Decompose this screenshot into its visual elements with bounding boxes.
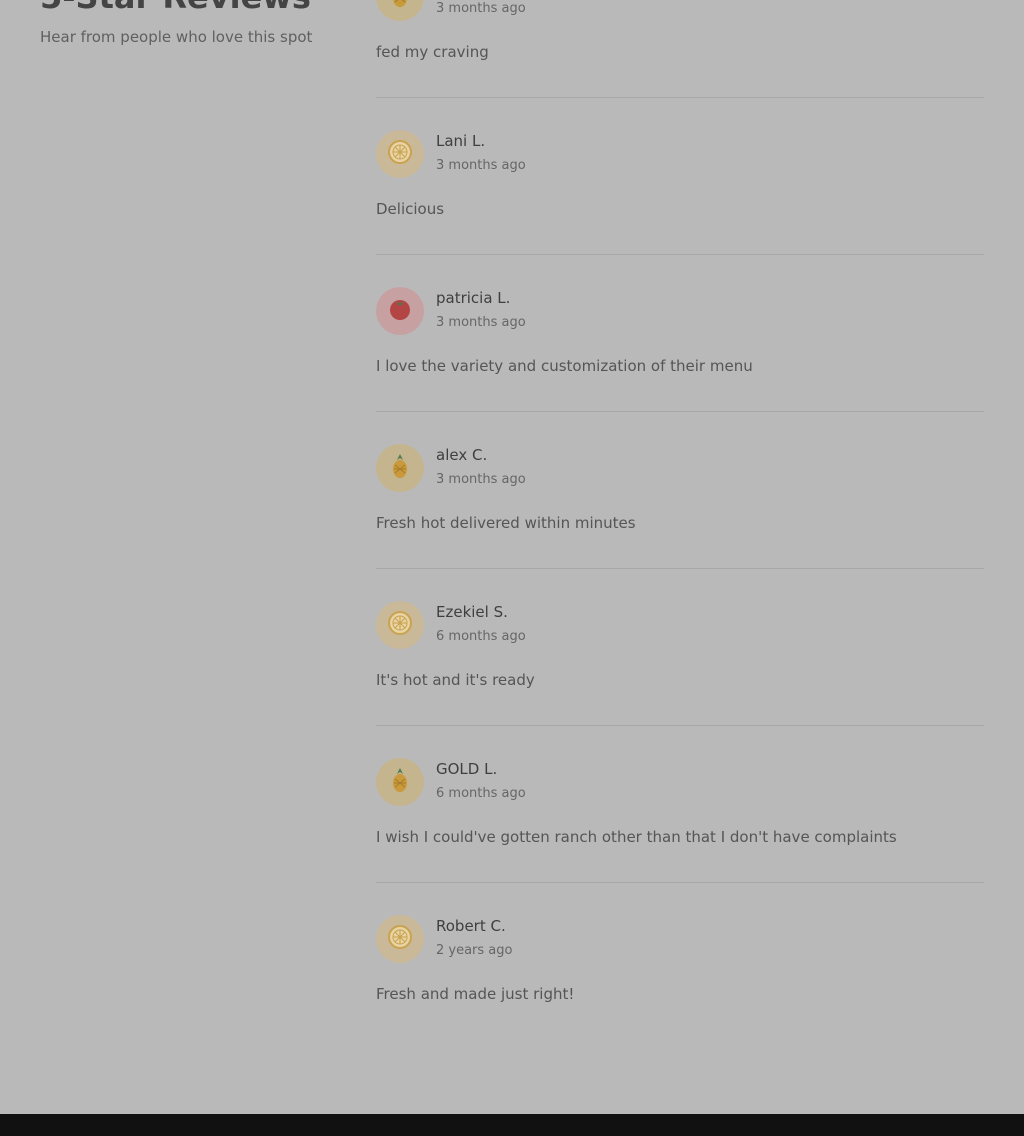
pineapple-icon [386, 766, 414, 798]
avatar [376, 287, 424, 335]
review-item: Robert C. 2 years ago Fresh and made jus… [376, 883, 984, 1040]
reviewer-name: GOLD L. [436, 760, 498, 778]
avatar [376, 130, 424, 178]
avatar [376, 758, 424, 806]
review-item: Lani L. 3 months ago Delicious [376, 98, 984, 255]
reviewer-name: patricia L. [436, 289, 511, 307]
footer-bar [0, 1114, 1024, 1136]
review-text: Fresh and made just right! [376, 985, 575, 1003]
section-subtitle: Hear from people who love this spot [40, 28, 313, 46]
section-title: 5-Star Reviews [40, 0, 340, 16]
review-time: 2 years ago [436, 943, 513, 958]
review-time: 3 months ago [436, 1, 526, 16]
review-time: 3 months ago [436, 315, 526, 330]
review-time: 6 months ago [436, 629, 526, 644]
avatar [376, 444, 424, 492]
reviews-header: 5-Star Reviews Hear from people who love… [40, 0, 340, 46]
pineapple-icon [386, 452, 414, 484]
review-item: patricia L. 3 months ago I love the vari… [376, 255, 984, 412]
avatar [376, 915, 424, 963]
review-item: alex C. 3 months ago Fresh hot delivered… [376, 412, 984, 569]
avatar [376, 601, 424, 649]
review-text: Fresh hot delivered within minutes [376, 514, 636, 532]
review-time: 3 months ago [436, 472, 526, 487]
reviewer-name: Robert C. [436, 917, 506, 935]
reviewer-name: Lani L. [436, 132, 486, 150]
lemon-icon [386, 609, 414, 641]
review-item: GOLD L. 6 months ago I wish I could've g… [376, 726, 984, 883]
reviewer-name: alex C. [436, 446, 488, 464]
review-text: I love the variety and customization of … [376, 357, 753, 375]
reviewer-name: Ezekiel S. [436, 603, 508, 621]
review-item: 3 months ago fed my craving [376, 0, 984, 98]
review-time: 6 months ago [436, 786, 526, 801]
review-text: It's hot and it's ready [376, 671, 535, 689]
avatar [376, 0, 424, 21]
review-text: I wish I could've gotten ranch other tha… [376, 828, 897, 846]
reviews-page: 5-Star Reviews Hear from people who love… [0, 0, 1024, 1114]
review-time: 3 months ago [436, 158, 526, 173]
review-text: fed my craving [376, 43, 489, 61]
pineapple-icon [386, 0, 414, 13]
lemon-icon [386, 138, 414, 170]
review-text: Delicious [376, 200, 445, 218]
lemon-icon [386, 923, 414, 955]
tomato-icon [386, 295, 414, 327]
review-item: Ezekiel S. 6 months ago It's hot and it'… [376, 569, 984, 726]
